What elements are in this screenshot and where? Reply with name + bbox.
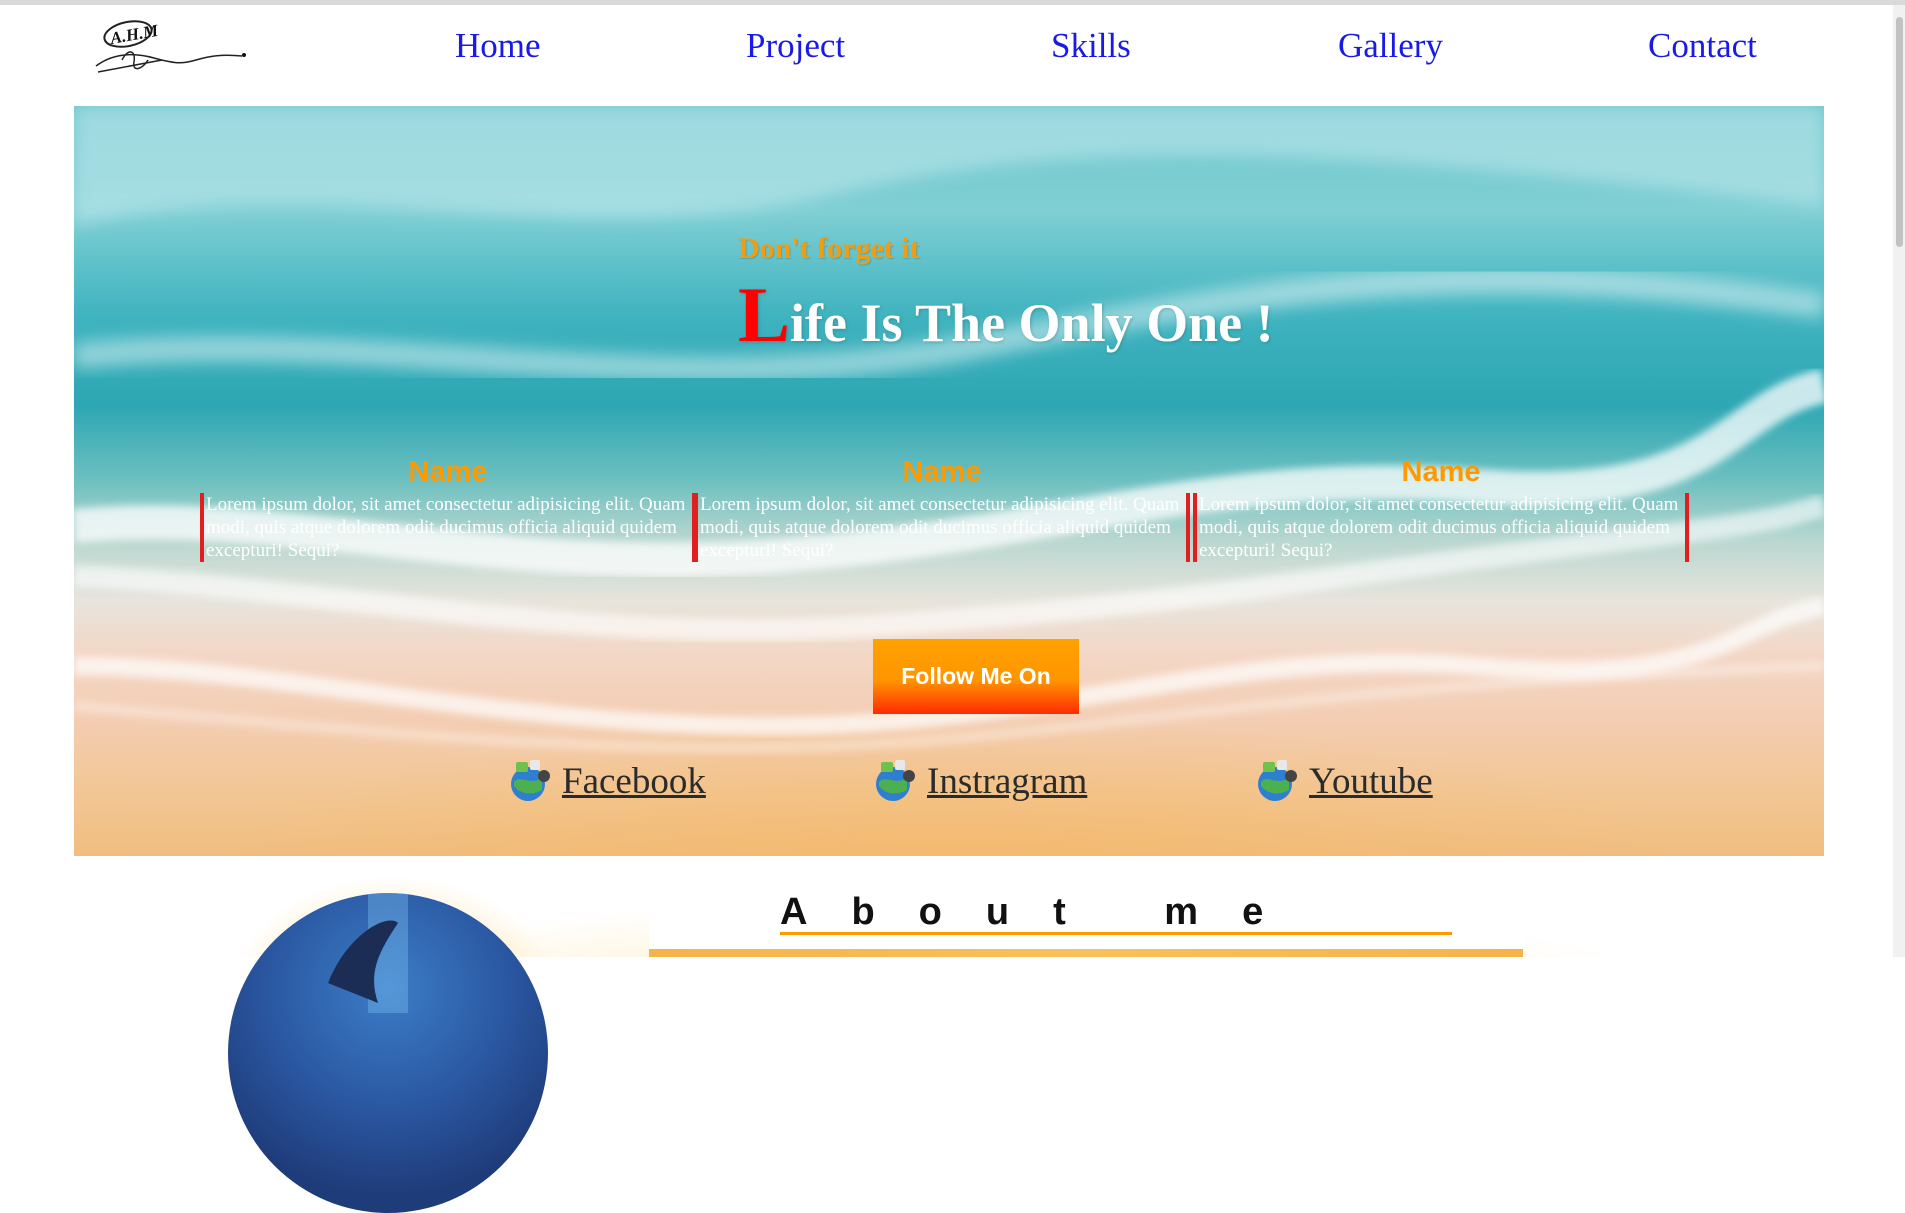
profile-picture-icon xyxy=(328,893,408,1013)
card-text: Lorem ipsum dolor, sit amet consectetur … xyxy=(694,493,1190,562)
scrollbar-thumb[interactable] xyxy=(1896,17,1903,247)
globe-apps-icon xyxy=(1258,760,1297,801)
nav-gallery[interactable]: Gallery xyxy=(1338,26,1443,66)
social-youtube[interactable]: Youtube xyxy=(1255,756,1433,802)
site-logo[interactable]: A.H.M xyxy=(92,14,252,84)
globe-apps-icon xyxy=(511,760,550,801)
nav-contact[interactable]: Contact xyxy=(1648,26,1757,66)
nav-skills[interactable]: Skills xyxy=(1051,26,1131,66)
info-card: Name Lorem ipsum dolor, sit amet consect… xyxy=(694,455,1190,562)
hero-tagline: Don't forget it xyxy=(738,232,920,265)
youtube-link[interactable]: Youtube xyxy=(1309,762,1433,802)
social-facebook[interactable]: Facebook xyxy=(508,756,706,802)
hero-headline: Life Is The Only One ! xyxy=(738,270,1274,360)
headline-text: ife Is The Only One ! xyxy=(790,293,1274,353)
social-instagram[interactable]: Instragram xyxy=(873,756,1087,802)
card-text: Lorem ipsum dolor, sit amet consectetur … xyxy=(1193,493,1689,562)
about-profile-image xyxy=(228,893,548,1213)
nav-project[interactable]: Project xyxy=(746,26,845,66)
facebook-link[interactable]: Facebook xyxy=(562,762,706,802)
about-title: About me xyxy=(780,892,1452,935)
card-title: Name xyxy=(1401,456,1481,488)
info-card: Name Lorem ipsum dolor, sit amet consect… xyxy=(1193,455,1689,562)
about-strip xyxy=(649,949,1523,957)
follow-me-button[interactable]: Follow Me On xyxy=(873,639,1079,714)
instagram-link[interactable]: Instragram xyxy=(927,762,1087,802)
nav-home[interactable]: Home xyxy=(455,26,541,66)
browser-top-border xyxy=(0,0,1905,5)
card-title: Name xyxy=(408,456,488,488)
signature-logo-icon: A.H.M xyxy=(95,20,246,73)
card-title: Name xyxy=(902,456,982,488)
page-scrollbar[interactable] xyxy=(1893,5,1905,957)
info-card: Name Lorem ipsum dolor, sit amet consect… xyxy=(200,455,696,562)
headline-initial: L xyxy=(738,271,791,358)
card-text: Lorem ipsum dolor, sit amet consectetur … xyxy=(200,493,696,562)
globe-apps-icon xyxy=(876,760,915,801)
